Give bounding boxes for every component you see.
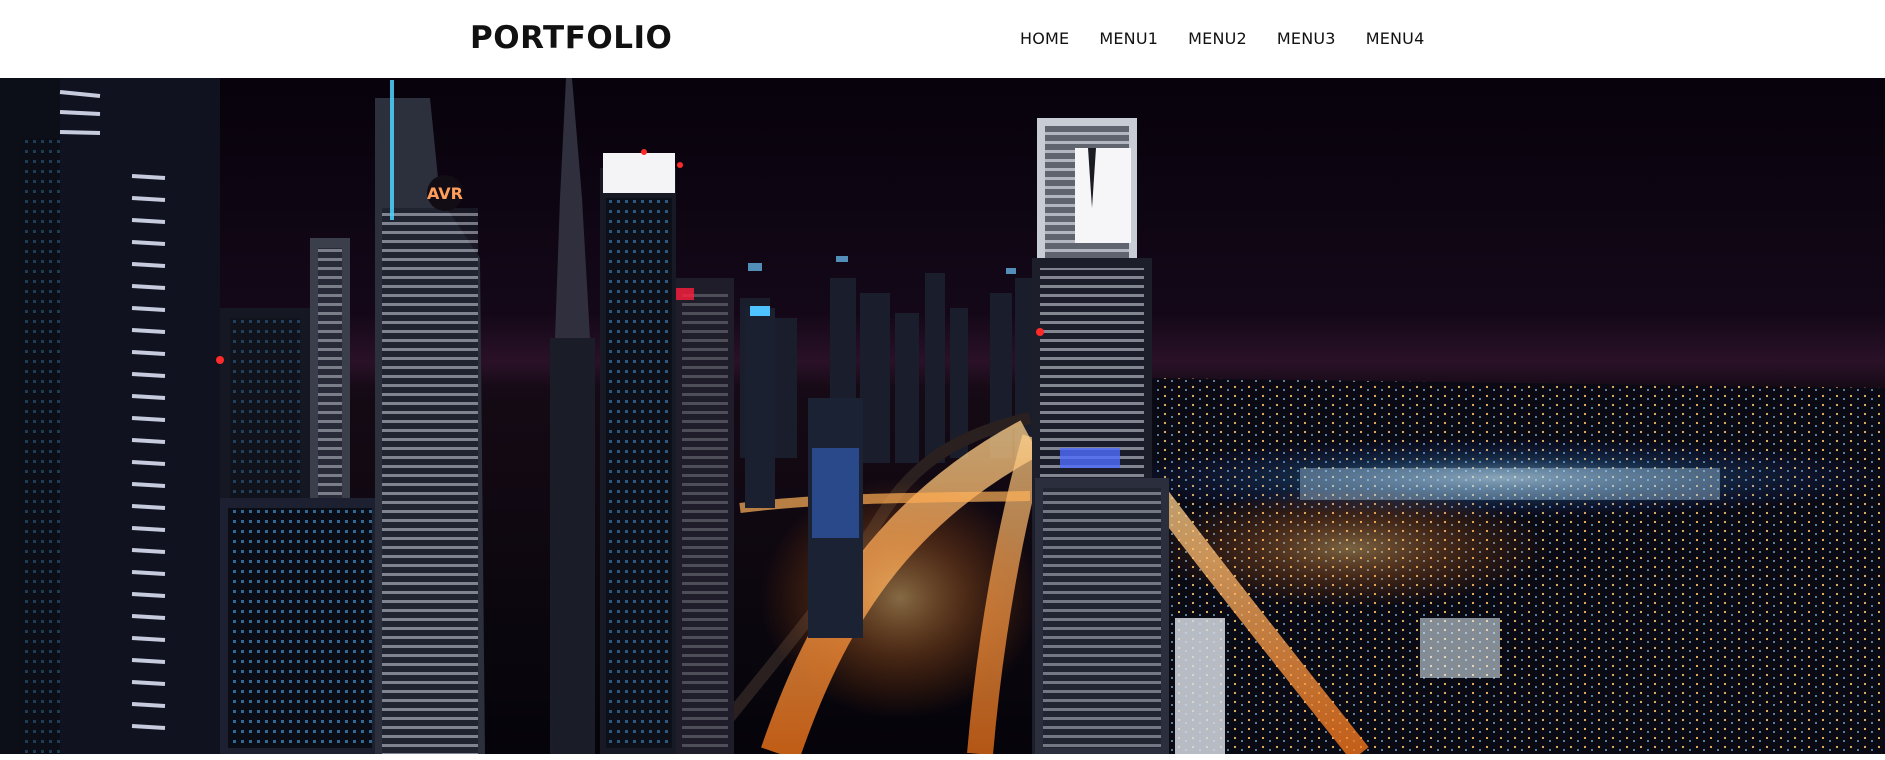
- bottom-strip: [0, 754, 1885, 760]
- avr-sign: AVR: [427, 184, 463, 203]
- site-header: PORTFOLIO HOME MENU1 MENU2 MENU3 MENU4: [0, 0, 1885, 78]
- site-logo[interactable]: PORTFOLIO: [470, 18, 672, 58]
- hero-banner: AVR: [0, 78, 1885, 754]
- nav-menu2[interactable]: MENU2: [1188, 26, 1247, 52]
- nav-home[interactable]: HOME: [1020, 26, 1069, 52]
- city-skyline-night-image: AVR: [0, 78, 1885, 754]
- nav-menu4[interactable]: MENU4: [1366, 26, 1425, 52]
- main-nav: HOME MENU1 MENU2 MENU3 MENU4: [1020, 26, 1454, 52]
- nav-menu3[interactable]: MENU3: [1277, 26, 1336, 52]
- nav-menu1[interactable]: MENU1: [1099, 26, 1158, 52]
